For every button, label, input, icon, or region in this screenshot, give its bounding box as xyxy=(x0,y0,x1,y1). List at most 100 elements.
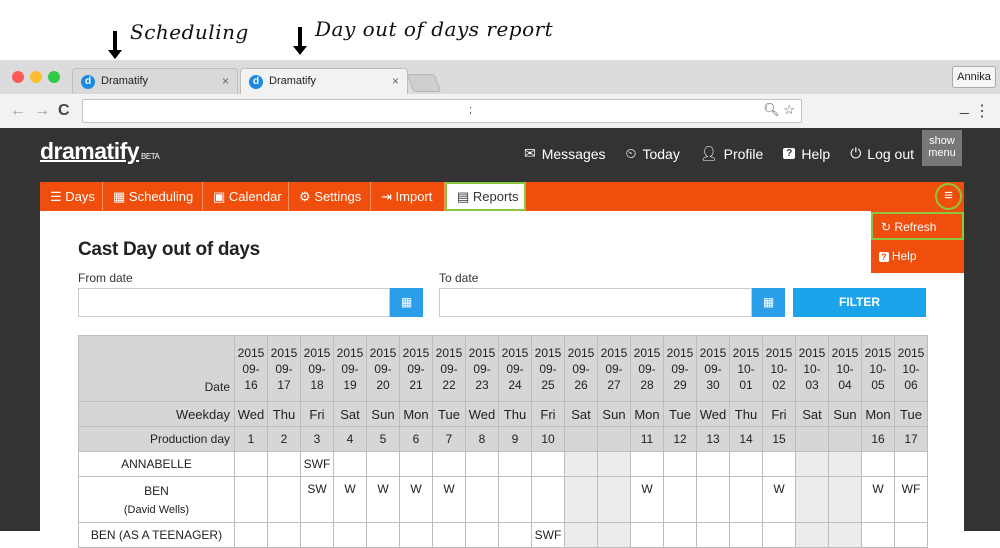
date-part: 20 xyxy=(376,377,390,392)
tab-close-icon[interactable]: × xyxy=(392,74,399,88)
minimize-window-icon[interactable] xyxy=(30,71,42,83)
close-window-icon[interactable] xyxy=(12,71,24,83)
date-part: 09- xyxy=(242,361,260,376)
cast-name-cell: BEN (David Wells) xyxy=(78,476,235,523)
calendar-icon: ▣ xyxy=(213,189,226,204)
date-part: 2015 xyxy=(699,345,727,360)
date-header-cell: 2015 09- 28 xyxy=(630,335,664,402)
date-header-cell: 2015 09- 19 xyxy=(333,335,367,402)
tab-label: Days xyxy=(65,189,95,204)
status-code: W xyxy=(377,482,389,496)
tab-close-icon[interactable]: × xyxy=(222,74,229,88)
nav-logout[interactable]: ⏻ Log out xyxy=(850,145,914,162)
date-part: 10- xyxy=(836,361,854,376)
row-label-date: Date xyxy=(78,335,235,402)
date-part: 09- xyxy=(704,361,722,376)
arrow-down-icon xyxy=(108,31,122,59)
nav-today[interactable]: ⏲ Today xyxy=(626,145,680,162)
more-options-icon[interactable]: ⋮ xyxy=(974,101,990,121)
status-cell xyxy=(564,451,598,477)
date-part: 2015 xyxy=(666,345,694,360)
production-day-value: 5 xyxy=(379,432,387,446)
browser-tab-report[interactable]: d Dramatify × xyxy=(240,68,408,94)
date-part: 09- xyxy=(572,361,590,376)
nav-profile[interactable]: 👤︎ Profile xyxy=(700,145,763,162)
weekday-value: Tue xyxy=(900,406,922,422)
filter-button[interactable]: FILTER xyxy=(793,288,926,317)
menu-item-refresh[interactable]: ↻ Refresh xyxy=(871,212,964,240)
date-part: 2015 xyxy=(567,345,595,360)
nav-label: Today xyxy=(642,145,680,162)
production-day-cell: 14 xyxy=(729,426,763,452)
date-header-cell: 2015 10- 06 xyxy=(894,335,928,402)
logo-beta: BETA xyxy=(141,152,160,161)
production-day-value: 12 xyxy=(673,432,687,446)
tab-calendar[interactable]: ▣ Calendar xyxy=(203,182,289,211)
extension-icon[interactable]: _ xyxy=(960,98,969,116)
status-cell xyxy=(498,476,532,523)
hamburger-menu-icon[interactable]: ≡ xyxy=(935,183,962,210)
status-cell: WF xyxy=(894,476,928,523)
nav-label: Help xyxy=(801,145,831,162)
tab-scheduling[interactable]: ▦ Scheduling xyxy=(103,182,203,211)
from-date-calendar-icon[interactable]: ▦ xyxy=(390,288,423,317)
back-arrow-icon[interactable]: ← xyxy=(10,102,26,120)
maximize-window-icon[interactable] xyxy=(48,71,60,83)
date-part: 09- xyxy=(638,361,656,376)
production-day-row: Production day 1 2 3 4 5 6 7 8 9 10 11 12 13 14 15 16 17 xyxy=(78,426,928,452)
reload-icon[interactable]: C xyxy=(58,102,70,120)
status-code: W xyxy=(443,482,455,496)
tab-import[interactable]: ⇥ Import xyxy=(371,182,445,211)
tab-settings[interactable]: ⚙ Settings xyxy=(289,182,371,211)
nav-help[interactable]: ? Help xyxy=(783,145,830,162)
status-cell xyxy=(597,476,631,523)
table-row: ANNABELLE SWF xyxy=(78,451,928,477)
day-out-of-days-table: Date 2015 09- 16 2015 09- 17 2015 09- 18 2015 09- 1… xyxy=(78,335,928,548)
forward-arrow-icon[interactable]: → xyxy=(34,102,50,120)
status-cell xyxy=(696,476,730,523)
date-header-cell: 2015 09- 17 xyxy=(267,335,301,402)
date-part: 19 xyxy=(343,377,357,392)
status-code: SWF xyxy=(303,457,331,471)
date-part: 22 xyxy=(442,377,456,392)
date-part: 2015 xyxy=(831,345,859,360)
production-day-value: 8 xyxy=(478,432,486,446)
production-day-value: 7 xyxy=(445,432,453,446)
date-part: 2015 xyxy=(402,345,430,360)
status-cell xyxy=(399,522,433,548)
status-cell: W xyxy=(366,476,400,523)
status-cell xyxy=(729,522,763,548)
date-part: 2015 xyxy=(864,345,892,360)
nav-messages[interactable]: ✉ Messages xyxy=(524,145,606,162)
from-date-input[interactable] xyxy=(78,288,390,317)
to-date-input[interactable] xyxy=(439,288,752,317)
status-cell xyxy=(366,522,400,548)
browser-tab-scheduling[interactable]: d Dramatify × xyxy=(72,68,238,94)
cast-name: BEN (AS A TEENAGER) xyxy=(90,528,223,542)
menu-item-help[interactable]: ? Help xyxy=(871,243,964,271)
zoom-bookmark-icons[interactable]: 🔍︎ ☆ xyxy=(763,102,795,118)
logo-text: dramatify xyxy=(40,138,140,164)
annotation-area: Scheduling Day out of days report xyxy=(0,0,1000,60)
weekday-cell: Sun xyxy=(828,401,862,427)
address-bar[interactable]: ; 🔍︎ ☆ xyxy=(82,99,802,123)
tab-days[interactable]: ☰ Days xyxy=(40,182,103,211)
status-cell xyxy=(663,451,697,477)
status-cell xyxy=(531,451,565,477)
date-part: 2015 xyxy=(435,345,463,360)
status-cell xyxy=(366,451,400,477)
date-header-cell: 2015 10- 03 xyxy=(795,335,829,402)
production-day-value: 17 xyxy=(904,432,918,446)
status-code: W xyxy=(773,482,785,496)
date-part: 2015 xyxy=(633,345,661,360)
show-menu-button[interactable]: show menu xyxy=(922,130,962,166)
to-date-calendar-icon[interactable]: ▦ xyxy=(752,288,785,317)
messages-icon: ✉ xyxy=(524,145,536,161)
profile-user-button[interactable]: Annika xyxy=(952,66,996,88)
production-day-value: 16 xyxy=(871,432,885,446)
tab-reports[interactable]: ▤ Reports xyxy=(445,182,526,211)
date-part: 2015 xyxy=(798,345,826,360)
help-icon: ? xyxy=(783,148,796,159)
weekday-value: Mon xyxy=(865,406,891,422)
new-tab-button[interactable] xyxy=(406,74,442,92)
